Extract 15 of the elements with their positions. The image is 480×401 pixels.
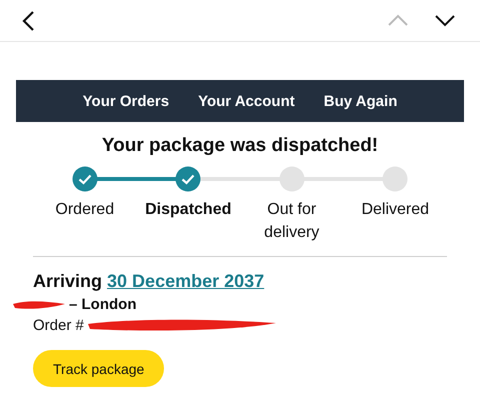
step-label: Delivered [360,200,430,220]
order-label: Order # [33,316,84,334]
nav-link[interactable]: Buy Again [324,92,398,110]
track-package-button[interactable]: Track package [33,350,164,387]
nav-link[interactable]: Your Orders [82,92,170,110]
down-icon[interactable] [434,14,456,27]
nav-link[interactable]: Your Account [198,92,295,110]
step-label: Dispatched [144,200,232,220]
step-label: Out for delivery [263,200,320,243]
status-title: Your package was dispatched! [100,135,380,157]
step-label: Ordered [54,200,116,220]
delivery-date-link[interactable]: 30 December 2037 [107,271,264,291]
arriving-label: Arriving [33,271,102,291]
address-text: – London [69,296,136,313]
back-icon[interactable] [21,10,35,32]
